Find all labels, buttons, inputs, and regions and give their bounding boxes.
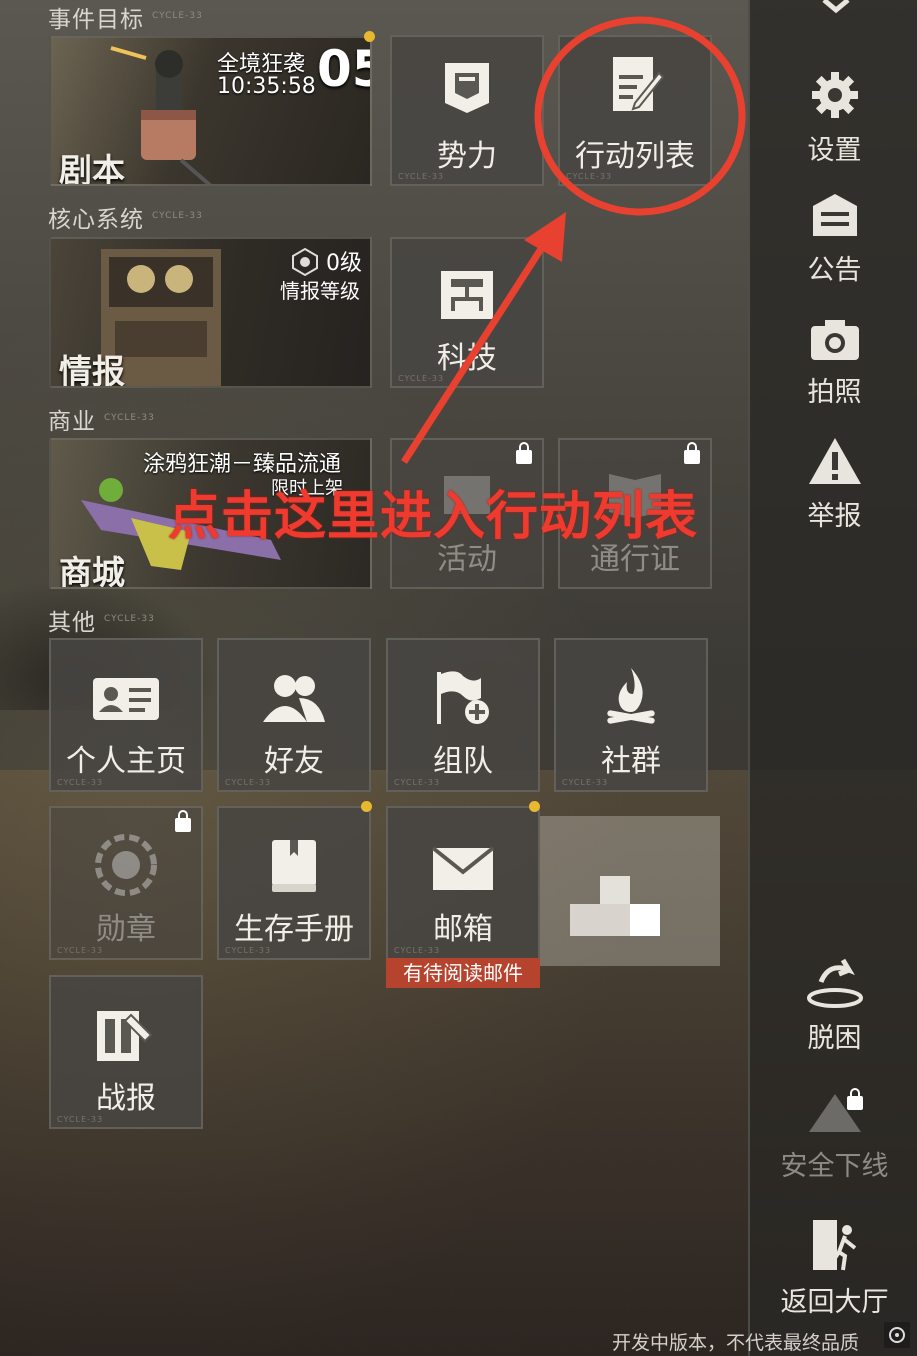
id-card-icon (93, 678, 159, 720)
battle-report-tile[interactable]: 战报 CYCLE-33 (49, 975, 203, 1129)
community-label: 社群 (601, 744, 661, 779)
tech-tree-icon (441, 271, 493, 319)
medal-tile[interactable]: 勋章 CYCLE-33 (49, 806, 203, 960)
friends-label: 好友 (264, 744, 324, 779)
intel-label: 情报 (59, 352, 125, 388)
battle-report-icon (97, 1011, 153, 1061)
action-list-label: 行动列表 (575, 139, 695, 174)
lock-icon (847, 1088, 863, 1110)
right-sidebar: 设置 公告 拍照 举报 脱困 安全下线 返回大厅 (748, 0, 917, 1356)
friends-tile[interactable]: 好友 CYCLE-33 (217, 638, 371, 792)
faction-tile[interactable]: 势力 CYCLE-33 (390, 35, 544, 186)
team-flag-icon (437, 671, 489, 724)
shop-label: 商城 (59, 553, 125, 589)
faction-label: 势力 (437, 139, 497, 174)
manual-label: 生存手册 (234, 912, 354, 947)
escape-button[interactable]: 脱困 (750, 958, 917, 1055)
community-tile[interactable]: 社群 CYCLE-33 (554, 638, 708, 792)
intel-level-caption: 情报等级 (280, 279, 360, 303)
dev-version-footer: 开发中版本，不代表最终品质 (612, 1332, 860, 1354)
settings-button[interactable]: 设置 (750, 70, 917, 167)
notepad-icon (613, 57, 665, 111)
manual-tile[interactable]: 生存手册 CYCLE-33 (217, 806, 371, 960)
annotation-text: 点击这里进入行动列表 (168, 487, 699, 547)
mosaic-blur (540, 816, 720, 966)
profile-tile[interactable]: 个人主页 CYCLE-33 (49, 638, 203, 792)
intel-banner-tile[interactable]: 0级 情报等级 情报 (49, 237, 372, 388)
event-timer: 10:35:58 (217, 74, 316, 99)
mail-label: 邮箱 (433, 912, 493, 947)
warning-icon (808, 438, 861, 484)
notice-label: 公告 (807, 255, 862, 286)
battle-report-label: 战报 (96, 1081, 156, 1116)
event-banner-tile[interactable]: 全境狂袭 10:35:58 05 剧本 (49, 36, 372, 186)
event-notify-dot (364, 31, 375, 42)
report-label: 举报 (807, 501, 862, 532)
locate-icon[interactable] (884, 1322, 910, 1348)
section-title-core: 核心系统 CYCLE-33 (48, 207, 203, 233)
notice-icon (812, 194, 857, 236)
photo-label: 拍照 (807, 377, 862, 408)
photo-button[interactable]: 拍照 (750, 318, 917, 409)
lock-icon (516, 442, 532, 464)
escape-label: 脱困 (807, 1023, 862, 1054)
lock-icon (175, 810, 191, 832)
report-button[interactable]: 举报 (750, 436, 917, 533)
mail-tile[interactable]: 邮箱 CYCLE-33 (386, 806, 540, 960)
mail-unread-badge: 有待阅读邮件 (386, 958, 540, 988)
intel-level-icon (292, 247, 318, 277)
safe-logout-button[interactable]: 安全下线 (750, 1088, 917, 1183)
section-title-event: 事件目标 CYCLE-33 (48, 7, 203, 33)
medal-label: 勋章 (96, 912, 156, 947)
exit-door-icon (812, 1220, 856, 1271)
book-icon (272, 840, 316, 892)
manual-notify-dot (361, 801, 372, 812)
tech-tile[interactable]: 科技 CYCLE-33 (390, 237, 544, 388)
escape-icon (806, 958, 863, 1008)
close-icon[interactable] (816, 0, 856, 16)
safe-logout-label: 安全下线 (780, 1151, 889, 1182)
action-list-tile[interactable]: 行动列表 CYCLE-33 (558, 35, 712, 186)
section-title-other: 其他 CYCLE-33 (48, 610, 155, 636)
event-count: 05 (317, 40, 370, 98)
medal-icon (95, 834, 157, 896)
notice-button[interactable]: 公告 (750, 192, 917, 287)
friends-icon (263, 675, 325, 722)
mail-notify-dot (529, 801, 540, 812)
tech-label: 科技 (437, 341, 497, 376)
campfire-icon (607, 668, 655, 724)
section-title-commerce: 商业 CYCLE-33 (48, 409, 155, 435)
camera-icon (810, 320, 859, 360)
profile-label: 个人主页 (66, 744, 186, 779)
event-label: 剧本 (59, 151, 125, 186)
team-label: 组队 (433, 744, 493, 779)
settings-label: 设置 (807, 135, 862, 166)
lock-icon (684, 442, 700, 464)
envelope-icon (431, 846, 495, 890)
faction-banner-icon (445, 63, 489, 113)
return-lobby-label: 返回大厅 (780, 1287, 889, 1318)
team-tile[interactable]: 组队 CYCLE-33 (386, 638, 540, 792)
gear-icon (811, 72, 858, 118)
return-lobby-button[interactable]: 返回大厅 (750, 1218, 917, 1319)
intel-level: 0级 (326, 251, 362, 276)
